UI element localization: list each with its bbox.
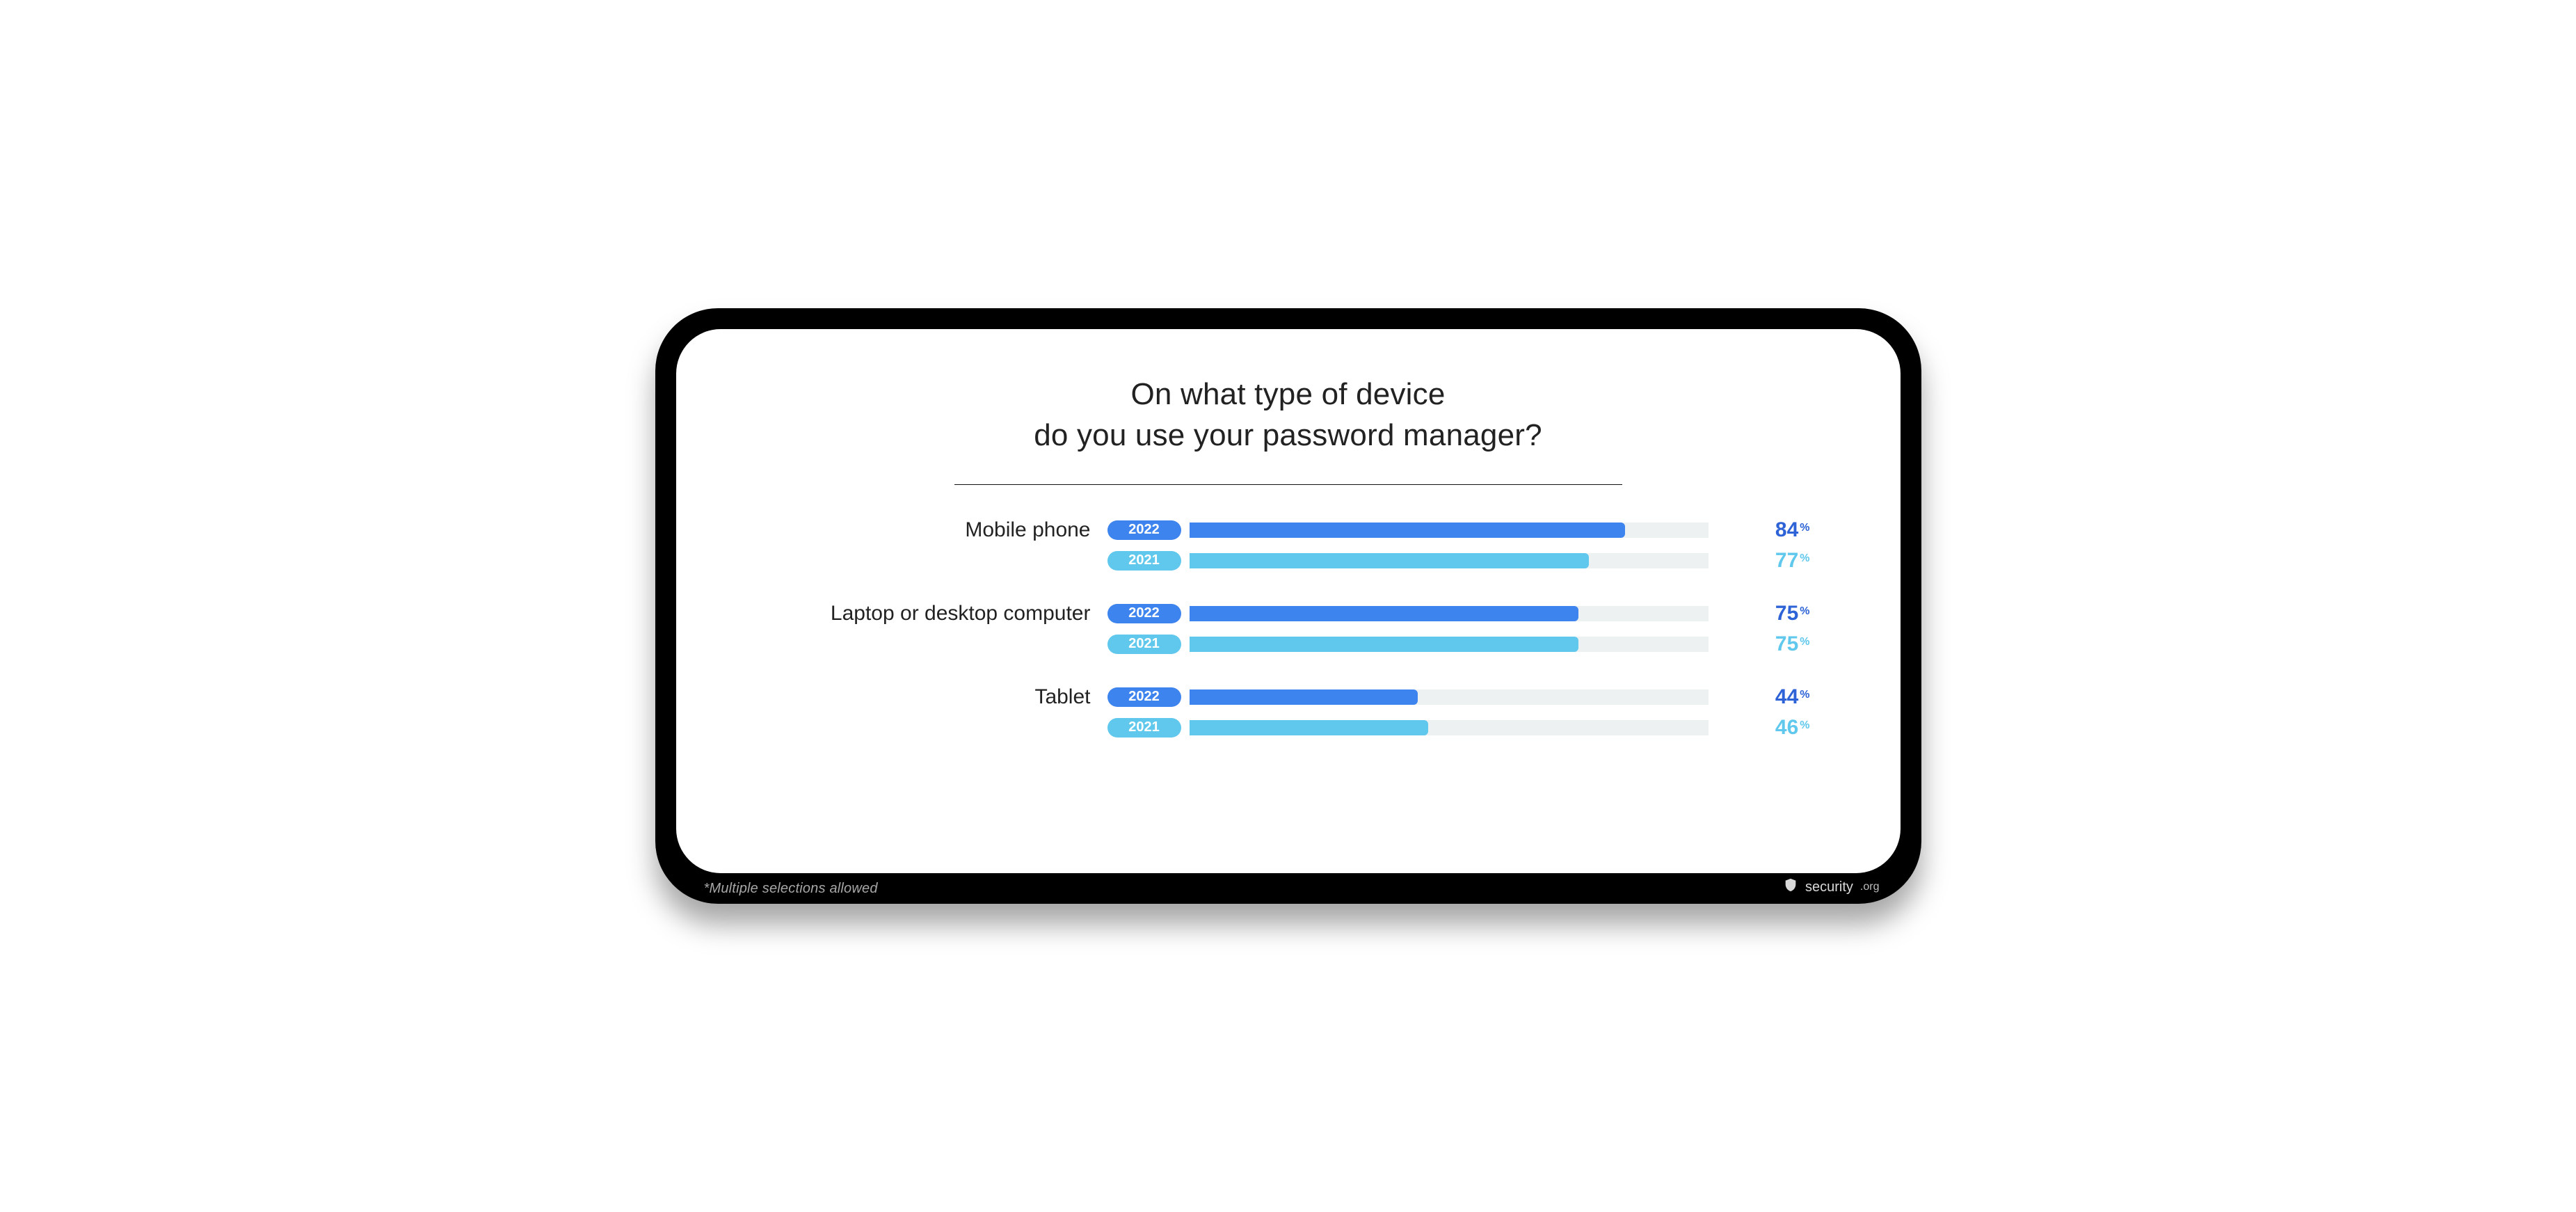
value-label: 84% bbox=[1721, 518, 1810, 542]
bar-track-wrap: 2021 bbox=[1107, 551, 1709, 571]
bar-track-wrap: 2022 bbox=[1107, 520, 1709, 540]
category-group: Laptop or desktop computer 2022 75% 2021 75% bbox=[767, 602, 1810, 656]
series-year-pill: 2022 bbox=[1107, 520, 1181, 540]
value-number: 75 bbox=[1775, 602, 1798, 625]
series-year-pill: 2022 bbox=[1107, 687, 1181, 707]
bar-fill bbox=[1190, 689, 1418, 705]
shield-icon bbox=[1783, 877, 1798, 897]
value-unit: % bbox=[1800, 522, 1809, 534]
source-name: security bbox=[1805, 879, 1853, 895]
value-number: 77 bbox=[1775, 549, 1798, 573]
value-label: 75% bbox=[1721, 602, 1810, 625]
chart-card: On what type of device do you use your p… bbox=[676, 329, 1901, 873]
title-divider bbox=[954, 484, 1622, 485]
category-label: Mobile phone bbox=[767, 518, 1095, 542]
bar-track bbox=[1190, 689, 1709, 705]
series-year-pill: 2022 bbox=[1107, 604, 1181, 623]
bar-track bbox=[1190, 553, 1709, 568]
category-group: Mobile phone 2022 84% 2021 77% bbox=[767, 518, 1810, 573]
bar-track bbox=[1190, 720, 1709, 735]
bar-fill bbox=[1190, 606, 1579, 621]
bar-track bbox=[1190, 606, 1709, 621]
value-unit: % bbox=[1800, 689, 1809, 701]
source-suffix: .org bbox=[1860, 881, 1880, 893]
value-number: 44 bbox=[1775, 685, 1798, 709]
value-label: 75% bbox=[1721, 632, 1810, 656]
chart-rows: Mobile phone202284%202177%Laptop or desk… bbox=[767, 518, 1810, 740]
bar-track-wrap: 2022 bbox=[1107, 687, 1709, 707]
chart-frame: On what type of device do you use your p… bbox=[655, 308, 1921, 904]
bar-track-wrap: 2021 bbox=[1107, 635, 1709, 654]
series-year-pill: 2021 bbox=[1107, 551, 1181, 571]
bar-track bbox=[1190, 523, 1709, 538]
footnote: *Multiple selections allowed bbox=[704, 881, 878, 897]
bar-track bbox=[1190, 637, 1709, 652]
value-number: 46 bbox=[1775, 716, 1798, 740]
value-label: 77% bbox=[1721, 549, 1810, 573]
bar-row: Tablet 2022 44% bbox=[767, 685, 1810, 709]
bar-fill bbox=[1190, 637, 1579, 652]
value-unit: % bbox=[1800, 636, 1809, 648]
bar-row: 2021 77% bbox=[767, 549, 1810, 573]
chart-title: On what type of device do you use your p… bbox=[767, 374, 1810, 456]
bar-row: 2021 75% bbox=[767, 632, 1810, 656]
category-label: Tablet bbox=[767, 685, 1095, 709]
series-year-pill: 2021 bbox=[1107, 635, 1181, 654]
bar-fill bbox=[1190, 720, 1428, 735]
source-brand: security .org bbox=[1783, 877, 1879, 897]
bar-track-wrap: 2022 bbox=[1107, 604, 1709, 623]
value-number: 84 bbox=[1775, 518, 1798, 542]
bar-row: Laptop or desktop computer 2022 75% bbox=[767, 602, 1810, 625]
value-unit: % bbox=[1800, 552, 1809, 565]
value-unit: % bbox=[1800, 719, 1809, 732]
value-number: 75 bbox=[1775, 632, 1798, 656]
category-group: Tablet 2022 44% 2021 46% bbox=[767, 685, 1810, 740]
bar-fill bbox=[1190, 553, 1589, 568]
bar-track-wrap: 2021 bbox=[1107, 718, 1709, 737]
bar-row: 2021 46% bbox=[767, 716, 1810, 740]
value-label: 44% bbox=[1721, 685, 1810, 709]
chart-title-line-2: do you use your password manager? bbox=[1034, 418, 1542, 452]
value-unit: % bbox=[1800, 605, 1809, 618]
chart-title-line-1: On what type of device bbox=[1131, 377, 1446, 411]
bar-row: Mobile phone 2022 84% bbox=[767, 518, 1810, 542]
category-label: Laptop or desktop computer bbox=[767, 602, 1095, 625]
bar-fill bbox=[1190, 523, 1626, 538]
value-label: 46% bbox=[1721, 716, 1810, 740]
series-year-pill: 2021 bbox=[1107, 718, 1181, 737]
